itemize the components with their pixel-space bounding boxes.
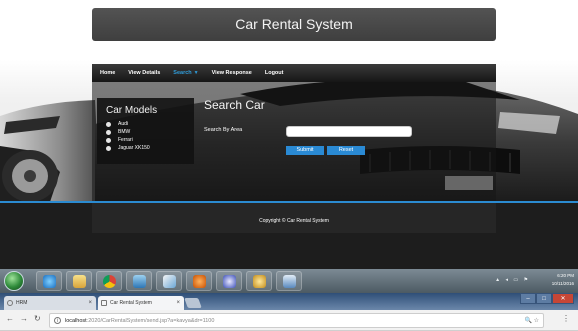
search-area-input[interactable] [286, 126, 412, 137]
browser-tabstrip: HRM × Car Rental System × – □ ✕ [0, 293, 578, 310]
url-host: localhost [65, 318, 87, 324]
forward-arrow-icon[interactable]: → [20, 314, 28, 323]
window-controls: – □ ✕ [520, 293, 574, 304]
car-model-label: Audi [118, 121, 129, 127]
taskbar-time: 6:20 PM [557, 273, 574, 278]
media-player-icon[interactable] [186, 271, 212, 291]
minimize-icon[interactable]: – [520, 293, 536, 304]
netbeans-icon[interactable] [126, 271, 152, 291]
nav-search-label: Search [173, 70, 192, 76]
car-model-option-jaguar[interactable]: Jaguar XK150 [106, 144, 194, 152]
tab-car-rental-system[interactable]: Car Rental System × [98, 296, 184, 310]
car-models-title: Car Models [106, 105, 158, 116]
copyright-text: Copyright © Car Rental System [259, 218, 329, 224]
caret-down-icon: ▼ [193, 70, 199, 76]
reset-button[interactable]: Reset [327, 146, 365, 155]
back-arrow-icon[interactable]: ← [6, 314, 14, 323]
nav-view-details[interactable]: View Details [128, 70, 160, 76]
submit-button[interactable]: Submit [286, 146, 324, 155]
site-title: Car Rental System [235, 16, 353, 32]
main-panel: Home View Details Search ▼ View Response … [92, 64, 496, 202]
new-tab-button[interactable] [184, 298, 202, 308]
nav-search[interactable]: Search ▼ [173, 70, 198, 76]
address-bar[interactable]: i localhost:2020/CarRentalSystem/send.js… [49, 313, 544, 328]
windows-taskbar: ▲ ◂ ▭ ⚑ 6:20 PM 10/11/2016 [0, 269, 578, 293]
car-model-option-bmw[interactable]: BMW [106, 128, 194, 136]
search-car-title: Search Car [204, 98, 265, 112]
tab-title: HRM [16, 300, 28, 306]
nav-view-response[interactable]: View Response [212, 70, 252, 76]
hero-section: Home View Details Search ▼ View Response … [0, 54, 578, 202]
menu-kebab-icon[interactable]: ⋮ [562, 314, 570, 323]
car-model-option-ferrari[interactable]: Ferrari [106, 136, 194, 144]
nav-home[interactable]: Home [100, 70, 115, 76]
search-by-area-label: Search By Area [204, 127, 243, 133]
footer-bar: Copyright © Car Rental System [92, 203, 496, 233]
navbar: Home View Details Search ▼ View Response … [92, 64, 496, 82]
radio-button-icon[interactable] [106, 129, 111, 135]
car-model-label: Jaguar XK150 [118, 145, 150, 151]
file-explorer-icon[interactable] [66, 271, 92, 291]
browser-toolbar: ← → ↻ i localhost:2020/CarRentalSystem/s… [0, 310, 578, 331]
car-model-option-audi[interactable]: Audi [106, 120, 194, 128]
car-models-panel: Car Models Audi BMW Ferrari Jaguar XK150 [97, 98, 194, 164]
radio-button-icon[interactable] [106, 137, 111, 143]
start-button-icon[interactable] [4, 271, 24, 291]
page-footer: Copyright © Car Rental System [0, 201, 578, 269]
app-icon[interactable] [216, 271, 242, 291]
chrome-icon[interactable] [96, 271, 122, 291]
url-path: :2020/CarRentalSystem/send.jsp?a=kavya&d… [86, 318, 215, 324]
nav-logout[interactable]: Logout [265, 70, 284, 76]
radio-button-icon[interactable] [106, 145, 111, 151]
url-text[interactable]: localhost:2020/CarRentalSystem/send.jsp?… [65, 314, 214, 328]
maximize-icon[interactable]: □ [536, 293, 552, 304]
car-model-label: Ferrari [118, 137, 133, 143]
loading-icon [7, 300, 13, 306]
ie-browser-icon[interactable] [36, 271, 62, 291]
radio-button-icon[interactable] [106, 121, 111, 127]
reload-icon[interactable]: ↻ [34, 314, 41, 323]
tab-hrm[interactable]: HRM × [4, 296, 96, 310]
window-icon[interactable] [276, 271, 302, 291]
taskbar-date: 10/11/2016 [551, 281, 574, 286]
close-icon[interactable]: × [88, 296, 92, 310]
settings-icon[interactable] [246, 271, 272, 291]
close-icon[interactable]: × [176, 296, 180, 310]
info-icon[interactable]: i [54, 317, 61, 324]
window-close-icon[interactable]: ✕ [552, 293, 574, 304]
tab-title: Car Rental System [110, 300, 152, 306]
taskbar-clock[interactable]: 6:20 PM 10/11/2016 [552, 272, 574, 288]
zoom-and-bookmark-icons[interactable]: 🔍 ☆ [524, 314, 539, 328]
car-model-label: BMW [118, 129, 131, 135]
site-title-banner: Car Rental System [92, 8, 496, 41]
system-tray-icons[interactable]: ▲ ◂ ▭ ⚑ [495, 277, 530, 283]
paint-icon[interactable] [156, 271, 182, 291]
page-favicon-icon [101, 300, 107, 306]
